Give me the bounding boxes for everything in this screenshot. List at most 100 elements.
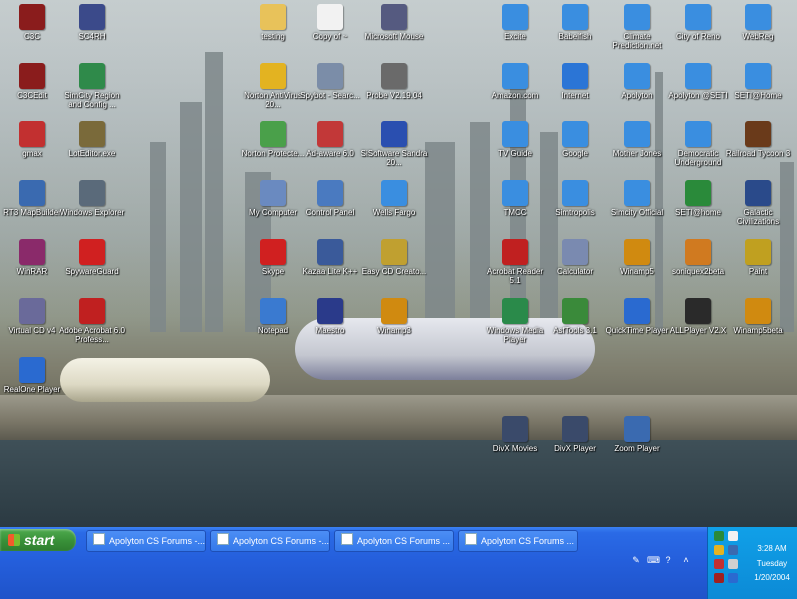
desktop-icon[interactable]: Calculator xyxy=(541,239,609,276)
desktop-icon[interactable]: Apolyton @SETI xyxy=(664,63,732,100)
desktop-icon-label: DivX Movies xyxy=(492,444,538,453)
help-icon[interactable]: ? xyxy=(663,555,673,565)
desktop-icon[interactable]: Acrobat Reader 5.1 xyxy=(481,239,549,285)
desktop-icon-label: RealOne Player xyxy=(3,385,61,394)
desktop-icon[interactable]: Apolyton xyxy=(603,63,671,100)
desktop-icon[interactable]: Maestro xyxy=(296,298,364,335)
desktop-icon[interactable]: Railroad Tycoon 3 xyxy=(724,121,792,158)
network-tray-icon[interactable] xyxy=(728,531,738,541)
desktop-icon[interactable]: Windows Explorer xyxy=(58,180,126,217)
antivirus-tray-icon[interactable] xyxy=(714,559,724,569)
internet-shortcut-icon xyxy=(624,121,650,147)
desktop[interactable]: C3C SC4RH testing Copy of ~ Microsoft Mouse E… xyxy=(0,0,797,527)
desktop-icon[interactable]: WebReg xyxy=(724,4,792,41)
desktop-icon[interactable]: SpywareGuard xyxy=(58,239,126,276)
desktop-icon[interactable]: SC4RH xyxy=(58,4,126,41)
my-computer-icon xyxy=(260,180,286,206)
desktop-icon[interactable]: Paint xyxy=(724,239,792,276)
volume-tray-icon[interactable] xyxy=(728,559,738,569)
zoom-player-icon xyxy=(624,416,650,442)
desktop-icon[interactable]: Wells Fargo xyxy=(360,180,428,217)
taskbar-window-button[interactable]: Apolyton CS Forums ... xyxy=(334,530,454,552)
desktop-icon[interactable]: SimCity Region and Config ... xyxy=(58,63,126,109)
desktop-icon[interactable]: ALLPlayer V2.X xyxy=(664,298,732,335)
desktop-icon[interactable]: Adobe Acrobat 6.0 Profess... xyxy=(58,298,126,344)
desktop-icon[interactable]: AsfTools 3.1 xyxy=(541,298,609,335)
desktop-icon-label: Zoom Player xyxy=(614,444,660,453)
desktop-icon[interactable]: Control Panel xyxy=(296,180,364,217)
desktop-icon[interactable]: Virtual CD v4 xyxy=(0,298,66,335)
security-tray-icon[interactable] xyxy=(714,573,724,583)
desktop-icon[interactable]: Excite xyxy=(481,4,549,41)
desktop-icon[interactable]: Mother Jones xyxy=(603,121,671,158)
desktop-icon[interactable]: C3CEdit xyxy=(0,63,66,100)
desktop-icon[interactable]: Winamp5 xyxy=(603,239,671,276)
start-button[interactable]: start xyxy=(0,529,76,551)
messenger-tray-icon[interactable] xyxy=(728,573,738,583)
desktop-icon[interactable]: Simcity Official xyxy=(603,180,671,217)
desktop-icon[interactable]: Simtropolis xyxy=(541,180,609,217)
desktop-icon-label: Wells Fargo xyxy=(372,208,416,217)
display-tray-icon[interactable] xyxy=(728,545,738,555)
internet-shortcut-icon xyxy=(562,4,588,30)
desktop-icon[interactable]: DivX Movies xyxy=(481,416,549,453)
taskbar-window-button[interactable]: Apolyton CS Forums ... xyxy=(458,530,578,552)
internet-shortcut-icon xyxy=(502,121,528,147)
desktop-icon[interactable]: SiSoftware Sandra 20... xyxy=(360,121,428,167)
desktop-icon[interactable]: City of Reno xyxy=(664,4,732,41)
chevron-up-icon[interactable]: ˄ xyxy=(681,555,691,565)
globe-icon xyxy=(19,180,45,206)
desktop-icon-label: Apolyton xyxy=(621,91,653,100)
seti-tray-icon[interactable] xyxy=(714,531,724,541)
sandra-icon xyxy=(381,121,407,147)
desktop-icon[interactable]: Spybot - Searc... xyxy=(296,63,364,100)
taskbar-window-button[interactable]: Apolyton CS Forums -... xyxy=(210,530,330,552)
desktop-icon[interactable]: Zoom Player xyxy=(603,416,671,453)
wallpaper-skyscraper xyxy=(150,142,166,332)
desktop-icon[interactable]: Ad-aware 6.0 xyxy=(296,121,364,158)
desktop-icon[interactable]: Kazaa Lite K++ xyxy=(296,239,364,276)
lot-editor-icon xyxy=(79,121,105,147)
desktop-icon[interactable]: RT3 MapBuilder xyxy=(0,180,66,217)
norton-tray-icon[interactable] xyxy=(714,545,724,555)
desktop-icon[interactable]: soniquex2beta xyxy=(664,239,732,276)
desktop-icon-label: SETI@home xyxy=(675,208,721,217)
desktop-icon[interactable]: Winamp5beta xyxy=(724,298,792,335)
desktop-icon[interactable]: WinRAR xyxy=(0,239,66,276)
pen-tool-icon[interactable]: ✎ xyxy=(631,555,641,565)
taskbar-window-button[interactable]: Apolyton CS Forums -... xyxy=(86,530,206,552)
desktop-icon-label: TV Guide xyxy=(498,149,532,158)
desktop-icon[interactable]: Microsoft Mouse xyxy=(360,4,428,41)
keyboard-language-icon[interactable]: ⌨ xyxy=(647,555,660,565)
desktop-icon-label: Galactic Civilizations xyxy=(736,208,780,226)
browser-window-icon xyxy=(465,533,477,545)
desktop-icon[interactable]: DivX Player xyxy=(541,416,609,453)
desktop-icon[interactable]: Winamp3 xyxy=(360,298,428,335)
desktop-icon[interactable]: Democratic Underground xyxy=(664,121,732,167)
desktop-icon-label: Excite xyxy=(504,32,526,41)
desktop-icon[interactable]: SETI@home xyxy=(664,180,732,217)
desktop-icon[interactable]: SETI@Home xyxy=(724,63,792,100)
desktop-icon[interactable]: Babelfish xyxy=(541,4,609,41)
desktop-icon[interactable]: gmax xyxy=(0,121,66,158)
desktop-icon[interactable]: C3C xyxy=(0,4,66,41)
desktop-icon[interactable]: LotEditor.exe xyxy=(58,121,126,158)
desktop-icon-label: Simcity Official xyxy=(610,208,664,217)
desktop-icon[interactable]: TV Guide xyxy=(481,121,549,158)
desktop-icon[interactable]: Windows Media Player xyxy=(481,298,549,344)
desktop-icon[interactable]: Climate Prediction.net xyxy=(603,4,671,50)
desktop-icon[interactable]: TMCC xyxy=(481,180,549,217)
desktop-icon[interactable]: Google xyxy=(541,121,609,158)
desktop-icon[interactable]: RealOne Player xyxy=(0,357,66,394)
desktop-icon[interactable]: Amazon.com xyxy=(481,63,549,100)
clock-time[interactable]: 3:28 AM xyxy=(746,544,797,553)
internet-shortcut-icon xyxy=(685,63,711,89)
desktop-icon[interactable]: Galactic Civilizations xyxy=(724,180,792,226)
desktop-icon[interactable]: Copy of ~ xyxy=(296,4,364,41)
desktop-icon[interactable]: QuickTime Player xyxy=(603,298,671,335)
seti-at-home-icon xyxy=(685,180,711,206)
desktop-icon[interactable]: Probe V2.19.04 xyxy=(360,63,428,100)
desktop-icon[interactable]: Easy CD Creato... xyxy=(360,239,428,276)
internet-explorer-icon xyxy=(562,63,588,89)
desktop-icon[interactable]: Internet xyxy=(541,63,609,100)
